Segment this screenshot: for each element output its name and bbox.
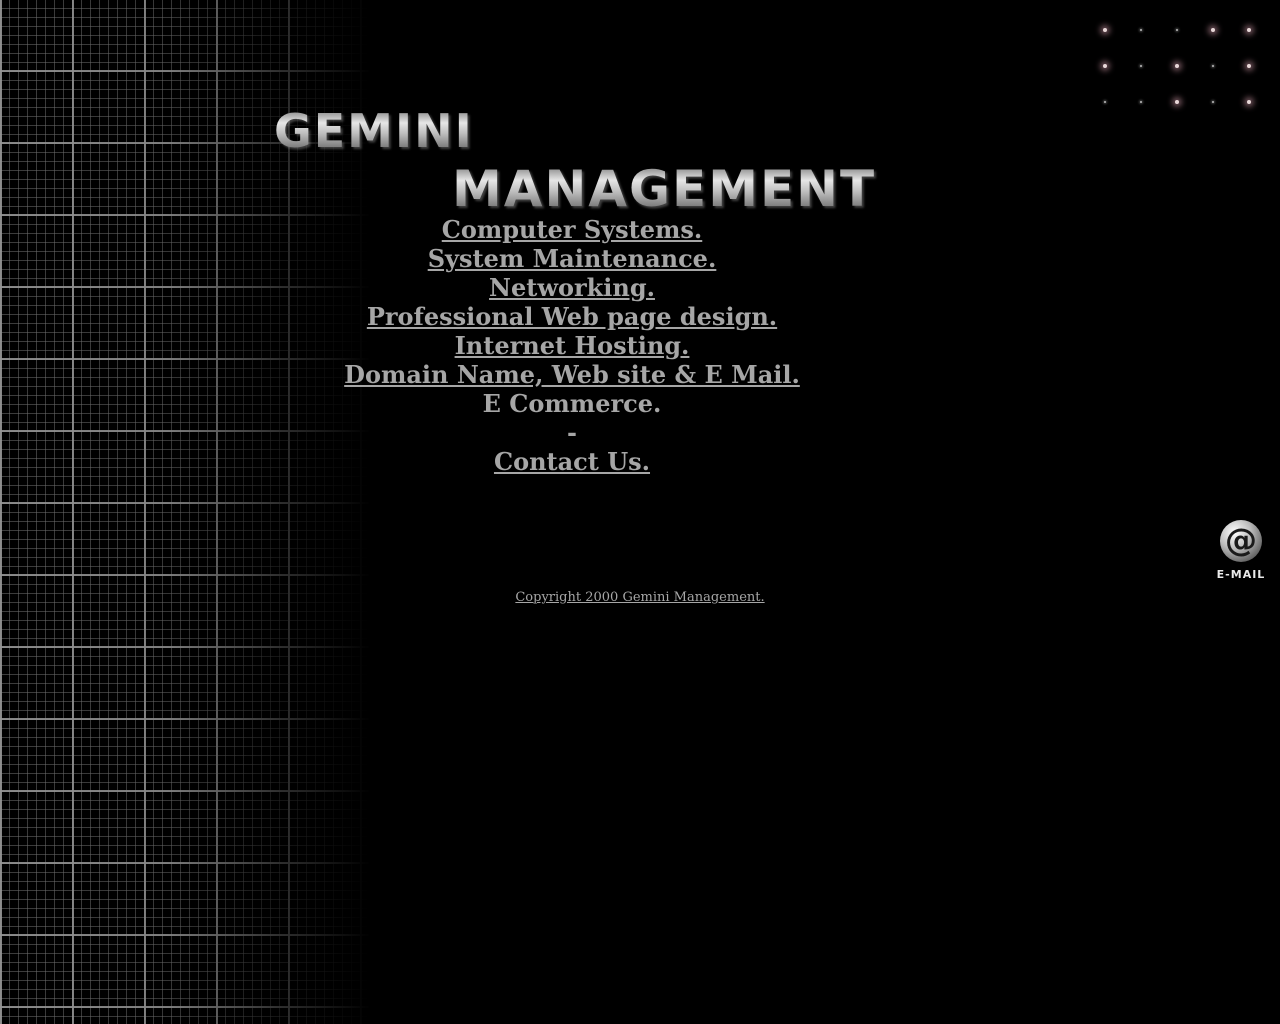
menu-link-domain-name[interactable]: Domain Name, Web site & E Mail. bbox=[272, 360, 872, 389]
dot bbox=[1211, 28, 1215, 32]
dot bbox=[1140, 29, 1142, 31]
dot bbox=[1176, 29, 1178, 31]
menu-link-internet-hosting[interactable]: Internet Hosting. bbox=[272, 331, 872, 360]
menu-link-computer-systems[interactable]: Computer Systems. bbox=[272, 215, 872, 244]
dot bbox=[1104, 101, 1106, 103]
dot bbox=[1247, 100, 1251, 104]
menu-link-networking[interactable]: Networking. bbox=[272, 273, 872, 302]
dot bbox=[1212, 65, 1214, 67]
dot bbox=[1247, 28, 1251, 32]
services-menu: Computer Systems. System Maintenance. Ne… bbox=[272, 215, 872, 476]
menu-link-system-maintenance[interactable]: System Maintenance. bbox=[272, 244, 872, 273]
dot bbox=[1175, 64, 1179, 68]
dot bbox=[1103, 64, 1107, 68]
menu-text-e-commerce: E Commerce. bbox=[482, 389, 662, 418]
logo-management: MANAGEMENT bbox=[452, 160, 877, 218]
menu-separator: - bbox=[567, 418, 577, 447]
at-icon: @ bbox=[1220, 520, 1262, 562]
email-label: E-MAIL bbox=[1216, 568, 1266, 581]
copyright-link[interactable]: Copyright 2000 Gemini Management. bbox=[340, 590, 940, 605]
dot bbox=[1103, 28, 1107, 32]
dot bbox=[1212, 101, 1214, 103]
dot bbox=[1247, 64, 1251, 68]
dot bbox=[1140, 65, 1142, 67]
email-button[interactable]: @ E-MAIL bbox=[1210, 520, 1272, 581]
decorative-dot-pattern bbox=[1088, 12, 1268, 120]
logo-gemini: GEMINI bbox=[274, 104, 474, 158]
menu-link-web-page-design[interactable]: Professional Web page design. bbox=[272, 302, 872, 331]
dot bbox=[1175, 100, 1179, 104]
dot bbox=[1140, 101, 1142, 103]
menu-link-contact-us[interactable]: Contact Us. bbox=[272, 447, 872, 476]
